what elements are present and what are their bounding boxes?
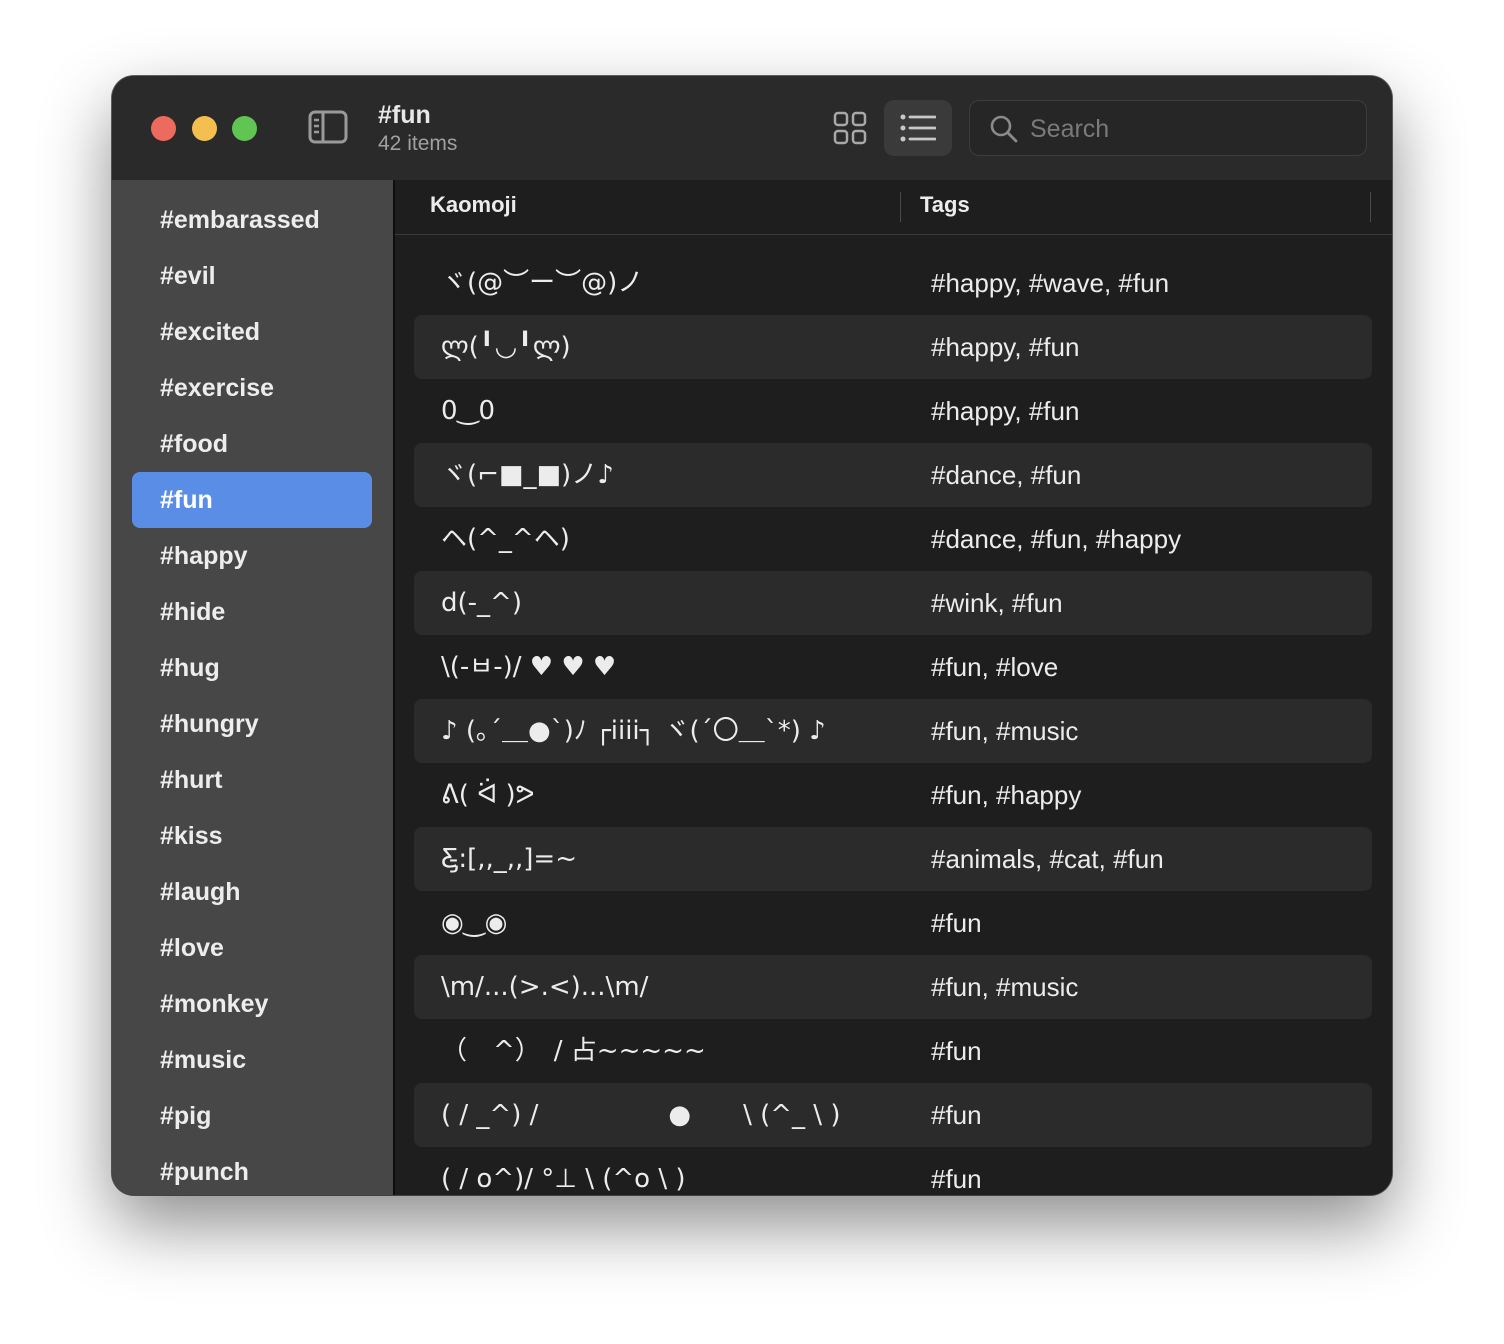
grid-icon	[833, 111, 867, 145]
grid-view-button[interactable]	[816, 100, 884, 156]
kaomoji-cell: ᕕ( ᐛ )ᕗ	[441, 780, 535, 810]
window-title-block: #fun 42 items	[378, 100, 457, 158]
table-row[interactable]: ♪ (｡´＿●`)ﾉ ┌iiii┐ ヾ(´〇＿`*) ♪ #fun, #music	[414, 699, 1372, 763]
sidebar-item-music[interactable]: #music	[132, 1032, 372, 1088]
table-row[interactable]: ( / _^) / ● \ (^_ \ ) #fun	[414, 1083, 1372, 1147]
kaomoji-cell: ლ(╹◡╹ლ)	[441, 332, 571, 362]
kaomoji-cell: ♪ (｡´＿●`)ﾉ ┌iiii┐ ヾ(´〇＿`*) ♪	[441, 716, 826, 746]
sidebar-item-hide[interactable]: #hide	[132, 584, 372, 640]
kaomoji-table: Kaomoji Tags ヾ(@︶ー︶@)ノ #happy, #wave, #fu…	[395, 180, 1392, 1195]
sidebar: #embarassed #evil #excited #exercise #food #f…	[112, 180, 393, 1195]
table-row[interactable]: \m/...(>.<)...\m/ #fun, #music	[414, 955, 1372, 1019]
sidebar-item-love[interactable]: #love	[132, 920, 372, 976]
table-row[interactable]: ヾ(⌐■_■)ノ♪ #dance, #fun	[414, 443, 1372, 507]
kaomoji-cell: 0‿0	[441, 396, 495, 426]
column-divider[interactable]	[900, 192, 901, 222]
zoom-button[interactable]	[232, 116, 257, 141]
tags-cell: #fun, #music	[931, 972, 1079, 1002]
sidebar-icon	[308, 110, 348, 144]
kaomoji-cell: \(-ㅂ-)/ ♥ ♥ ♥	[441, 652, 617, 682]
sidebar-item-fun[interactable]: #fun	[132, 472, 372, 528]
sidebar-item-happy[interactable]: #happy	[132, 528, 372, 584]
tags-cell: #fun, #happy	[931, 780, 1082, 810]
search-field[interactable]	[969, 100, 1367, 156]
sidebar-item-evil[interactable]: #evil	[132, 248, 372, 304]
table-row[interactable]: ლ(╹◡╹ლ) #happy, #fun	[414, 315, 1372, 379]
sidebar-toggle-button[interactable]	[308, 110, 348, 144]
tags-cell: #animals, #cat, #fun	[931, 844, 1164, 874]
tags-cell: #fun	[931, 908, 982, 938]
sidebar-item-kiss[interactable]: #kiss	[132, 808, 372, 864]
sidebar-item-food[interactable]: #food	[132, 416, 372, 472]
tags-cell: #fun	[931, 1164, 982, 1194]
kaomoji-cell: ( / _^) / ● \ (^_ \ )	[441, 1100, 841, 1130]
table-row[interactable]: d(-_^) #wink, #fun	[414, 571, 1372, 635]
table-row[interactable]: 0‿0 #happy, #fun	[414, 379, 1372, 443]
app-window: #fun 42 items Search #embarassed #evil #…	[112, 76, 1392, 1195]
sidebar-item-punch[interactable]: #punch	[132, 1144, 372, 1195]
kaomoji-cell: （ ^） / 占~~~~~	[441, 1036, 706, 1066]
column-header-kaomoji[interactable]: Kaomoji	[430, 192, 517, 218]
table-row[interactable]: ヾ(@︶ー︶@)ノ #happy, #wave, #fun	[414, 251, 1372, 315]
item-count: 42 items	[378, 132, 458, 155]
table-row[interactable]: ᕕ( ᐛ )ᕗ #fun, #happy	[414, 763, 1372, 827]
sidebar-item-monkey[interactable]: #monkey	[132, 976, 372, 1032]
sidebar-item-laugh[interactable]: #laugh	[132, 864, 372, 920]
tags-cell: #wink, #fun	[931, 588, 1063, 618]
tags-cell: #dance, #fun, #happy	[931, 524, 1182, 554]
list-icon	[900, 114, 936, 142]
kaomoji-cell: ヾ(⌐■_■)ノ♪	[441, 460, 614, 490]
search-input[interactable]	[1030, 109, 1350, 149]
window-title: #fun	[378, 101, 431, 129]
tags-cell: #fun, #love	[931, 652, 1059, 682]
column-header-tags[interactable]: Tags	[920, 192, 970, 218]
search-icon	[990, 115, 1018, 143]
sidebar-item-exercise[interactable]: #exercise	[132, 360, 372, 416]
table-row[interactable]: ◉‿◉ #fun	[414, 891, 1372, 955]
table-row[interactable]: （ ^） / 占~~~~~ #fun	[414, 1019, 1372, 1083]
kaomoji-cell: d(-_^)	[441, 588, 522, 618]
list-view-button[interactable]	[884, 100, 952, 156]
tags-cell: #dance, #fun	[931, 460, 1082, 490]
tags-cell: #fun	[931, 1100, 982, 1130]
kaomoji-cell: ( / o^)/ °⊥ \ (^o \ )	[441, 1164, 686, 1194]
tags-cell: #fun	[931, 1036, 982, 1066]
column-divider[interactable]	[1370, 192, 1371, 222]
table-row[interactable]: ヘ(^_^ヘ) #dance, #fun, #happy	[414, 507, 1372, 571]
table-row[interactable]: \(-ㅂ-)/ ♥ ♥ ♥ #fun, #love	[414, 635, 1372, 699]
table-row[interactable]: ( / o^)/ °⊥ \ (^o \ ) #fun	[414, 1147, 1372, 1195]
title-bar: #fun 42 items	[112, 76, 1392, 180]
kaomoji-cell: \m/...(>.<)...\m/	[441, 972, 649, 1002]
kaomoji-cell: ヾ(@︶ー︶@)ノ	[441, 268, 644, 298]
tags-cell: #happy, #wave, #fun	[931, 268, 1170, 298]
sidebar-item-pig[interactable]: #pig	[132, 1088, 372, 1144]
table-row[interactable]: Ƹ̵̡:[,,_,,]=~ #animals, #cat, #fun	[414, 827, 1372, 891]
close-button[interactable]	[151, 116, 176, 141]
kaomoji-cell: ◉‿◉	[441, 908, 508, 938]
tags-cell: #fun, #music	[931, 716, 1079, 746]
kaomoji-cell: ヘ(^_^ヘ)	[441, 524, 570, 554]
sidebar-item-excited[interactable]: #excited	[132, 304, 372, 360]
minimize-button[interactable]	[192, 116, 217, 141]
kaomoji-cell: Ƹ̵̡:[,,_,,]=~	[441, 844, 577, 874]
tags-cell: #happy, #fun	[931, 332, 1080, 362]
sidebar-item-hug[interactable]: #hug	[132, 640, 372, 696]
sidebar-item-hurt[interactable]: #hurt	[132, 752, 372, 808]
table-header: Kaomoji Tags	[395, 180, 1392, 235]
sidebar-item-embarassed[interactable]: #embarassed	[132, 192, 372, 248]
sidebar-item-hungry[interactable]: #hungry	[132, 696, 372, 752]
tags-cell: #happy, #fun	[931, 396, 1080, 426]
